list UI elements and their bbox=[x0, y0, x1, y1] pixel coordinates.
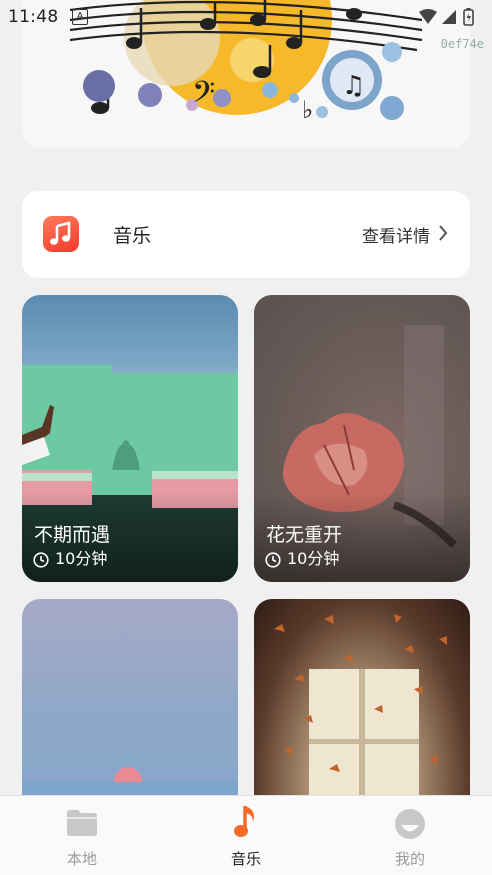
profile-icon bbox=[395, 809, 425, 839]
meditation-card[interactable]: 花无重开 10分钟 bbox=[254, 295, 470, 582]
battery-icon bbox=[463, 8, 474, 26]
meditation-card[interactable]: 不期而遇 10分钟 bbox=[22, 295, 238, 582]
status-bar: 11:48 A bbox=[0, 0, 492, 36]
tab-label: 我的 bbox=[394, 850, 425, 868]
svg-text:♭: ♭ bbox=[302, 96, 313, 124]
music-card[interactable]: 音乐 查看详情 bbox=[22, 191, 470, 278]
svg-text:𝄢: 𝄢 bbox=[192, 76, 215, 117]
card-title: 不期而遇 bbox=[34, 524, 111, 546]
view-details-link[interactable]: 查看详情 bbox=[362, 222, 430, 247]
clock-icon bbox=[33, 552, 49, 568]
status-time: 11:48 bbox=[8, 7, 59, 27]
tab-local[interactable]: 本地 bbox=[0, 796, 164, 875]
chevron-right-icon bbox=[439, 225, 448, 241]
tab-label: 音乐 bbox=[230, 850, 261, 868]
music-note-icon bbox=[234, 806, 254, 837]
tab-label: 本地 bbox=[66, 850, 97, 868]
music-card-title: 音乐 bbox=[113, 225, 152, 247]
notification-a-icon: A bbox=[72, 9, 88, 25]
svg-text:♫: ♫ bbox=[342, 71, 365, 101]
bottom-navigation: 本地 音乐 我的 bbox=[0, 795, 492, 875]
tab-music[interactable]: 音乐 bbox=[164, 796, 328, 875]
system-icons bbox=[418, 8, 480, 30]
build-hash: 0ef74e bbox=[440, 37, 484, 51]
folder-icon bbox=[67, 810, 97, 836]
wifi-icon bbox=[419, 9, 437, 24]
card-title: 花无重开 bbox=[266, 524, 343, 546]
tab-profile[interactable]: 我的 bbox=[328, 796, 492, 875]
clock-icon bbox=[265, 552, 281, 568]
card-duration: 10分钟 bbox=[55, 549, 108, 568]
signal-icon bbox=[442, 10, 456, 24]
music-app-icon bbox=[43, 216, 79, 252]
card-duration: 10分钟 bbox=[287, 549, 340, 568]
